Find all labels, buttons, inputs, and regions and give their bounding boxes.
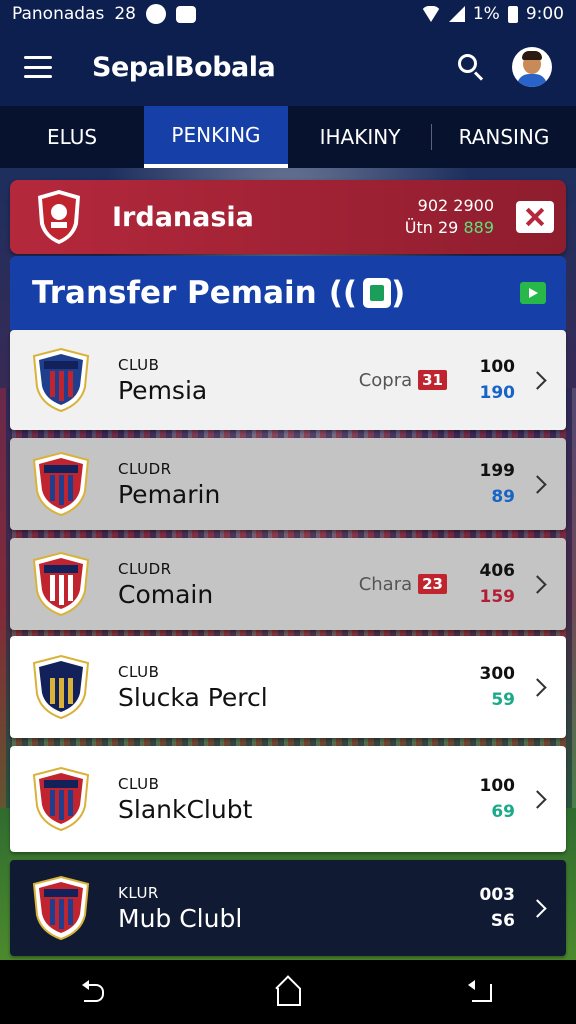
transfer-badge-icon [363, 278, 392, 308]
club-label: CLUB [118, 662, 160, 681]
chevron-right-icon[interactable] [528, 370, 547, 390]
club-name: Slucka Percl [118, 682, 268, 712]
club-numbers: 100 190 [479, 357, 516, 403]
recent-apps-icon[interactable] [460, 972, 500, 1012]
club-name: Pemsia [118, 375, 208, 405]
tab-ihakiny[interactable]: IHAKINY [288, 106, 432, 168]
notification-icon [145, 4, 166, 24]
battery-icon [507, 5, 518, 23]
club-crest-icon [32, 766, 90, 832]
status-time: 9:00 [525, 4, 564, 24]
club-label: CLUDR [118, 459, 172, 478]
league-name: Irdanasia [112, 201, 254, 233]
club-row[interactable]: CLUB Slucka Percl 300 59 [10, 636, 566, 738]
club-numbers: 100 69 [479, 776, 516, 822]
club-name: SlankClubt [118, 794, 253, 824]
club-badge: 31 [418, 370, 447, 390]
menu-icon[interactable] [24, 56, 52, 78]
app-title: SepalBobala [92, 51, 276, 83]
club-numbers: 003 S6 [479, 885, 516, 931]
club-row[interactable]: KLUR Mub Clubl 003 S6 [10, 860, 566, 956]
club-name: Comain [118, 579, 214, 609]
club-label: KLUR [118, 883, 159, 902]
club-numbers: 300 59 [479, 664, 516, 710]
club-extra: Copra 31 [359, 370, 447, 391]
league-crest-icon [36, 188, 82, 246]
club-crest-icon [32, 654, 90, 720]
transfer-header: Transfer Pemain (( ) [10, 256, 566, 330]
tab-ransing[interactable]: RANSING [432, 106, 576, 168]
chevron-right-icon[interactable] [528, 574, 547, 594]
league-card[interactable]: Irdanasia 902 2900 Ütn 29 889 [10, 180, 566, 254]
club-crest-icon [32, 875, 90, 941]
club-row[interactable]: CLUDR Pemarin 199 89 [10, 438, 566, 530]
club-label: CLUB [118, 774, 160, 793]
club-numbers: 199 89 [479, 461, 516, 507]
carrier-text: Panonadas [12, 4, 105, 24]
club-extra: Chara 23 [359, 574, 447, 595]
club-crest-icon [32, 551, 90, 617]
chevron-right-icon[interactable] [528, 789, 547, 809]
status-bar: Panonadas 28 1% 9:00 [0, 0, 576, 28]
club-row[interactable]: CLUDR Comain Chara 23 406 159 [10, 538, 566, 630]
search-icon[interactable] [456, 52, 486, 82]
tab-penking[interactable]: PENKING [144, 106, 288, 168]
club-numbers: 406 159 [479, 561, 516, 607]
club-row[interactable]: CLUB SlankClubt 100 69 [10, 746, 566, 852]
club-label: CLUB [118, 355, 160, 374]
signal-icon [448, 6, 465, 22]
wifi-icon [420, 6, 441, 22]
home-icon[interactable] [268, 972, 308, 1012]
transfer-title: Transfer Pemain [32, 275, 317, 311]
club-badge: 23 [418, 574, 447, 594]
chevron-right-icon[interactable] [528, 898, 547, 918]
close-icon[interactable] [516, 201, 554, 233]
back-icon[interactable] [76, 972, 116, 1012]
club-label: CLUDR [118, 559, 172, 578]
club-name: Mub Clubl [118, 903, 243, 933]
app-bar: SepalBobala [0, 28, 576, 106]
arrow-right-icon[interactable] [520, 282, 546, 304]
league-stats: 902 2900 Ütn 29 889 [404, 196, 494, 237]
tab-elus[interactable]: ELUS [0, 106, 144, 168]
chevron-right-icon[interactable] [528, 474, 547, 494]
avatar[interactable] [512, 47, 552, 87]
tab-bar: ELUS PENKING IHAKINY RANSING [0, 106, 576, 168]
navigation-bar [0, 960, 576, 1024]
club-name: Pemarin [118, 479, 221, 509]
club-row[interactable]: CLUB Pemsia Copra 31 100 190 [10, 330, 566, 430]
battery-percent: 1% [472, 4, 500, 24]
message-icon [175, 5, 196, 23]
club-crest-icon [32, 451, 90, 517]
status-time-left: 28 [114, 4, 136, 24]
club-crest-icon [32, 347, 90, 413]
chevron-right-icon[interactable] [528, 677, 547, 697]
